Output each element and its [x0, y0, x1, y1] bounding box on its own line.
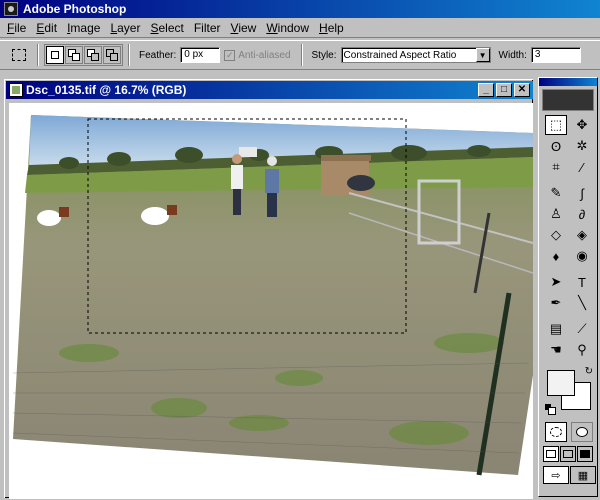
line-icon[interactable]: ╲	[571, 293, 593, 313]
toolbox-panel: ⬚ ✥ ʘ ✲ ⌗ ∕ ✎ ∫ ♙ ∂ ◇ ◈ ♦ ◉ ➤ T ✒ ╲ ▤ ⟋ …	[538, 77, 598, 497]
color-swatches: ↻	[545, 366, 593, 415]
eraser-icon[interactable]: ◇	[545, 225, 567, 245]
document-icon	[9, 83, 23, 97]
stamp-icon[interactable]: ♙	[545, 204, 567, 224]
mask-modes	[545, 422, 597, 442]
imageready-icon[interactable]: ▦	[570, 466, 596, 484]
standard-mode-icon	[550, 427, 562, 437]
menu-window[interactable]: Window	[261, 19, 314, 37]
foreground-color-swatch[interactable]	[547, 370, 575, 396]
history-brush-icon[interactable]: ∂	[571, 204, 593, 224]
new-selection-icon	[51, 51, 59, 59]
style-value: Constrained Aspect Ratio	[343, 49, 457, 61]
photoshop-app: Adobe Photoshop File Edit Image Layer Se…	[0, 0, 600, 500]
full-screen-menu-button[interactable]	[560, 446, 576, 462]
maximize-button[interactable]: □	[496, 83, 512, 97]
minimize-button[interactable]: _	[478, 83, 494, 97]
photo-canvas-svg	[12, 115, 533, 476]
screen-modes	[543, 446, 597, 462]
notes-icon[interactable]: ▤	[545, 319, 567, 339]
adobe-online-icon[interactable]	[542, 89, 594, 111]
feather-label: Feather:	[139, 49, 177, 61]
menu-image[interactable]: Image	[62, 19, 105, 37]
crop-icon[interactable]: ⌗	[545, 157, 567, 177]
lasso-icon[interactable]: ʘ	[545, 136, 567, 156]
menu-layer[interactable]: Layer	[105, 19, 145, 37]
default-colors-icon[interactable]	[545, 404, 556, 415]
chevron-down-icon[interactable]: ▼	[475, 48, 490, 62]
paint-bucket-icon[interactable]: ◈	[571, 225, 593, 245]
zoom-icon[interactable]: ⚲	[571, 340, 593, 360]
marquee-icon[interactable]: ⬚	[545, 115, 567, 135]
style-select[interactable]: Constrained Aspect Ratio ▼	[340, 47, 491, 63]
document-title: Dsc_0135.tif @ 16.7% (RGB)	[26, 83, 187, 97]
slice-icon[interactable]: ∕	[571, 157, 593, 177]
antialiased-label: Anti-aliased	[238, 49, 291, 61]
menu-edit[interactable]: Edit	[31, 19, 62, 37]
tool-divider	[545, 314, 593, 318]
tool-divider	[545, 178, 593, 182]
full-screen-button[interactable]	[577, 446, 593, 462]
dodge-icon[interactable]: ◉	[571, 246, 593, 266]
move-icon[interactable]: ✥	[571, 115, 593, 135]
selection-mode-group	[44, 44, 123, 66]
quick-mask-mode-button[interactable]	[571, 422, 593, 442]
tool-divider	[545, 267, 593, 271]
standard-screen-icon	[546, 450, 556, 458]
standard-mode-button[interactable]	[545, 422, 567, 442]
full-screen-menu-icon	[563, 450, 573, 458]
healing-brush-icon[interactable]: ✎	[545, 183, 567, 203]
tool-preset-picker[interactable]	[6, 44, 32, 66]
antialiased-checkbox[interactable]: ✓	[224, 49, 236, 61]
eyedropper-icon[interactable]: ⟋	[571, 319, 593, 339]
tool-grid: ⬚ ✥ ʘ ✲ ⌗ ∕ ✎ ∫ ♙ ∂ ◇ ◈ ♦ ◉ ➤ T ✒ ╲ ▤ ⟋ …	[539, 115, 597, 360]
standard-screen-button[interactable]	[543, 446, 559, 462]
swap-colors-icon[interactable]: ↻	[585, 366, 593, 377]
document-window: Dsc_0135.tif @ 16.7% (RGB) _ □ ✕	[2, 77, 535, 500]
rotated-photo	[12, 115, 533, 476]
full-screen-icon	[580, 450, 590, 458]
app-titlebar: Adobe Photoshop	[0, 0, 600, 18]
menubar: File Edit Image Layer Select Filter View…	[0, 18, 600, 38]
toolbox-titlebar[interactable]	[539, 78, 597, 86]
width-label: Width:	[498, 49, 527, 61]
divider	[300, 44, 303, 66]
magic-wand-icon[interactable]: ✲	[571, 136, 593, 156]
document-titlebar[interactable]: Dsc_0135.tif @ 16.7% (RGB) _ □ ✕	[6, 81, 533, 99]
path-select-icon[interactable]: ➤	[545, 272, 567, 292]
blur-icon[interactable]: ♦	[545, 246, 567, 266]
new-selection-button[interactable]	[46, 46, 64, 64]
menu-file[interactable]: File	[2, 19, 31, 37]
add-selection-button[interactable]	[65, 46, 83, 64]
divider	[128, 44, 130, 66]
divider	[37, 44, 39, 66]
menu-select[interactable]: Select	[145, 19, 188, 37]
jump-to: ⇨ ▦	[543, 466, 597, 484]
subtract-selection-button[interactable]	[84, 46, 102, 64]
quick-mask-icon	[576, 427, 588, 437]
photoshop-app-icon[interactable]	[4, 2, 18, 16]
window-controls: _ □ ✕	[478, 83, 530, 97]
jump-to-imageready-icon[interactable]: ⇨	[543, 466, 569, 484]
menu-filter[interactable]: Filter	[189, 19, 226, 37]
feather-input[interactable]: 0 px	[180, 47, 221, 63]
menu-help[interactable]: Help	[314, 19, 349, 37]
close-button[interactable]: ✕	[514, 83, 530, 97]
app-title: Adobe Photoshop	[23, 2, 127, 16]
style-label: Style:	[311, 49, 337, 61]
menu-view[interactable]: View	[226, 19, 262, 37]
image-canvas[interactable]	[9, 103, 533, 499]
intersect-selection-button[interactable]	[103, 46, 121, 64]
rect-marquee-icon	[12, 49, 26, 61]
hand-icon[interactable]: ☚	[545, 340, 567, 360]
width-input[interactable]: 3	[530, 47, 581, 63]
type-icon[interactable]: T	[571, 272, 593, 292]
brush-icon[interactable]: ∫	[571, 183, 593, 203]
options-bar: Feather: 0 px ✓ Anti-aliased Style: Cons…	[0, 40, 600, 70]
pen-icon[interactable]: ✒	[545, 293, 567, 313]
